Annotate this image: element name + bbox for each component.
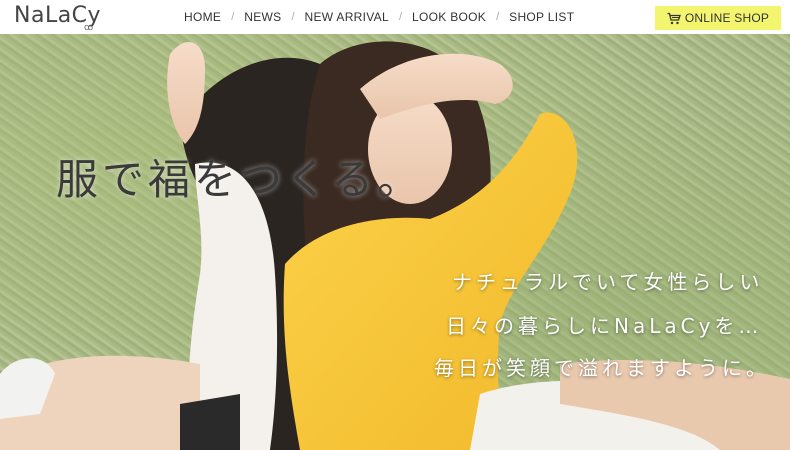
hero-photo <box>0 41 790 450</box>
nav-new-arrival[interactable]: NEW ARRIVAL <box>305 10 389 24</box>
nav-separator: / <box>398 11 403 23</box>
hero-banner: 服で福をつくる。 ナチュラルでいて女性らしい 日々の暮らしにNaLaCyを… 毎… <box>0 34 790 450</box>
main-nav: HOME / NEWS / NEW ARRIVAL / LOOK BOOK / … <box>184 10 574 24</box>
nav-look-book[interactable]: LOOK BOOK <box>412 10 486 24</box>
nav-separator: / <box>231 11 235 23</box>
online-shop-label: ONLINE SHOP <box>684 11 770 25</box>
nav-separator: / <box>291 11 295 23</box>
hero-tagline: 服で福をつくる。 <box>56 155 424 204</box>
hero-message-line: 毎日が笑顔で溢れますように。 <box>434 356 770 380</box>
hero-message-line: 日々の暮らしにNaLaCyを… <box>446 314 763 338</box>
nav-separator: / <box>496 11 500 23</box>
nav-home[interactable]: HOME <box>184 10 221 24</box>
logo-swirl-icon: ꝏ <box>84 22 94 32</box>
hero-message-line: ナチュラルでいて女性らしい <box>452 270 764 294</box>
cart-icon <box>667 12 681 24</box>
nav-shop-list[interactable]: SHOP LIST <box>509 10 574 24</box>
online-shop-button[interactable]: ONLINE SHOP <box>655 6 781 30</box>
nav-news[interactable]: NEWS <box>244 10 281 24</box>
site-header: NaLaCy ꝏ HOME / NEWS / NEW ARRIVAL / LOO… <box>0 0 790 34</box>
